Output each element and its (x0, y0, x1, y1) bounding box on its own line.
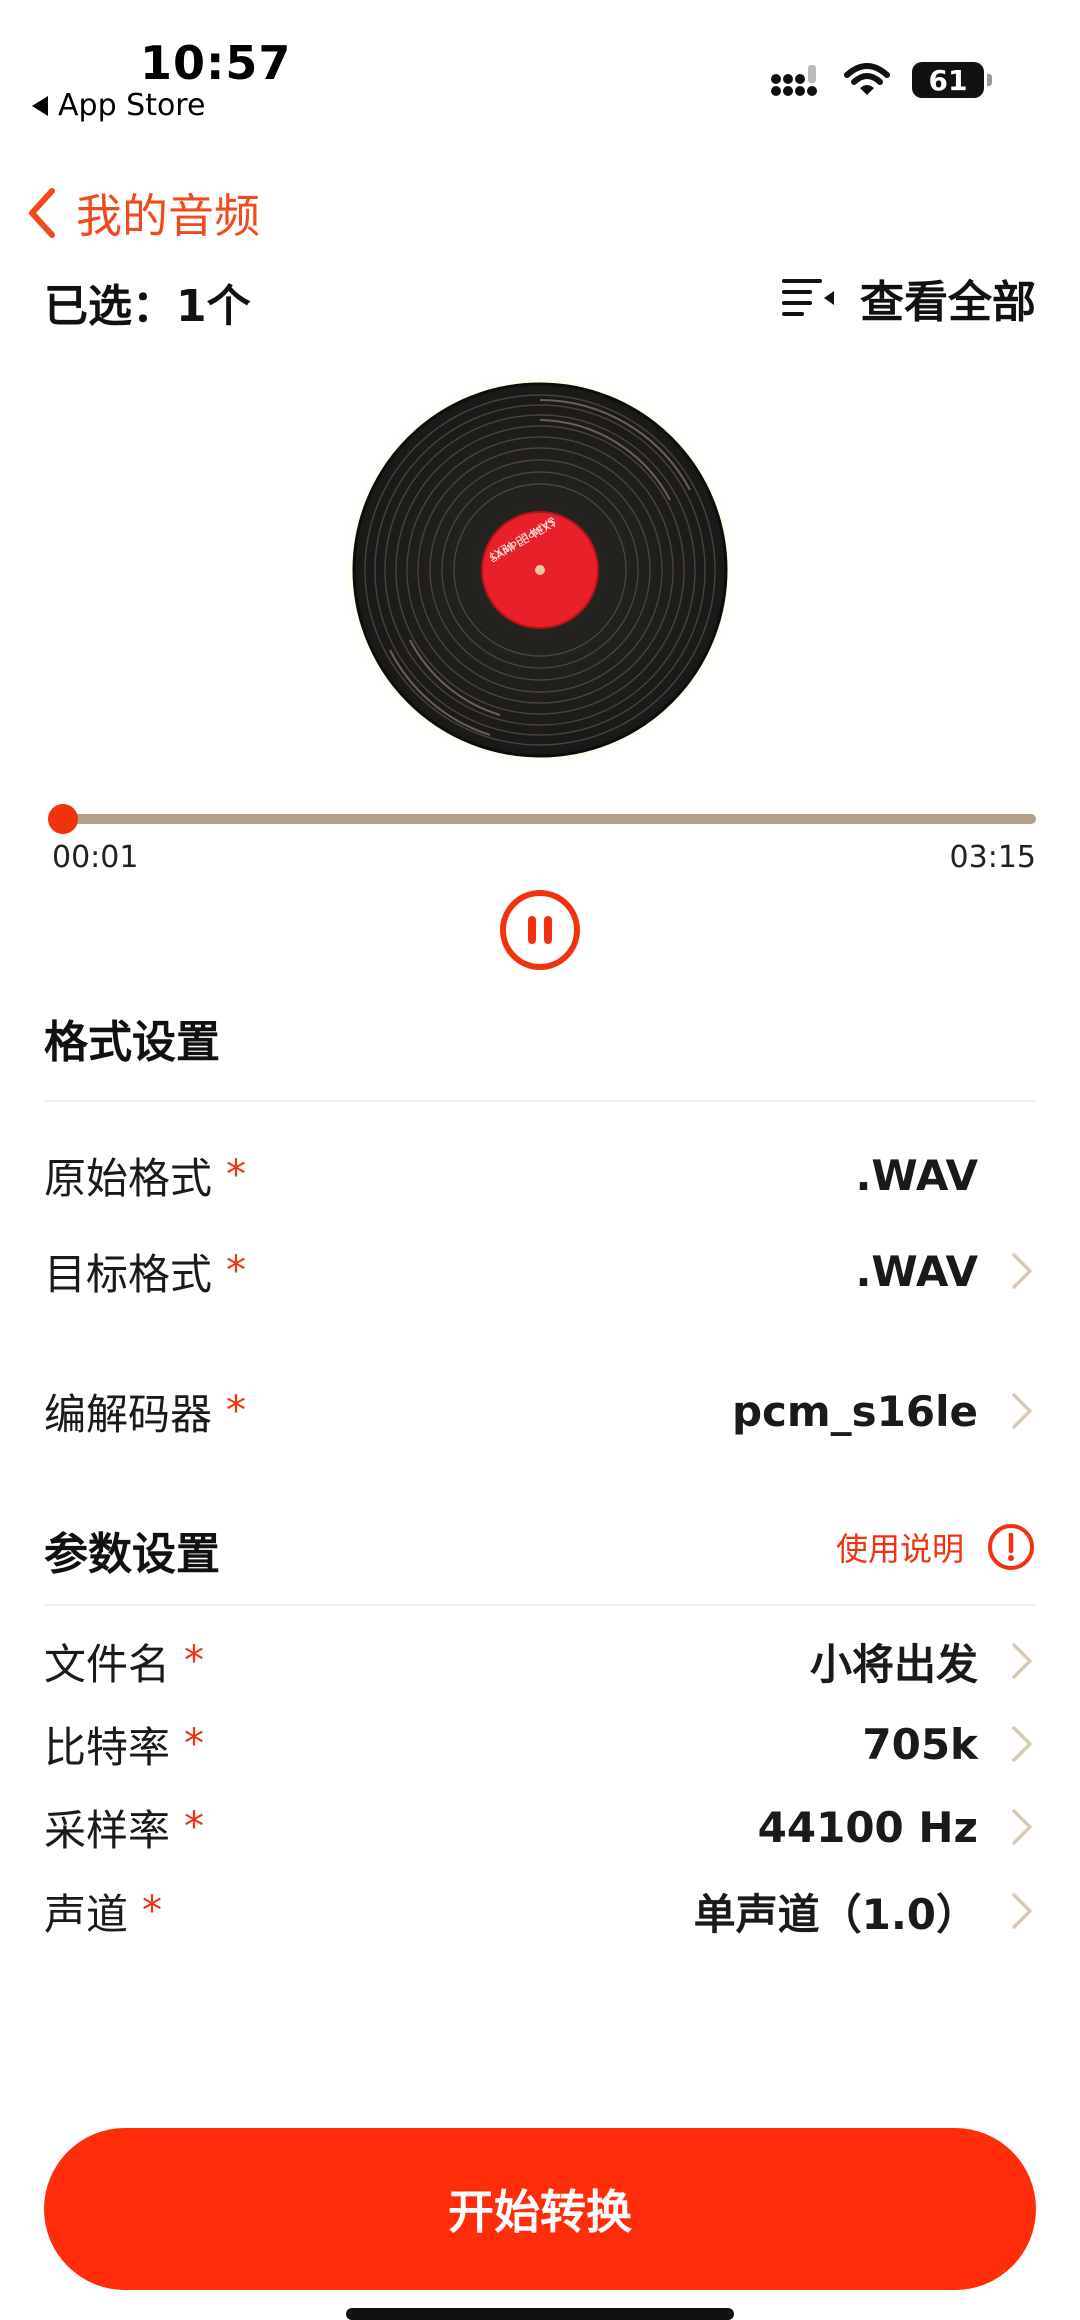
total-time: 03:15 (949, 840, 1036, 875)
back-triangle-icon (32, 95, 48, 116)
required-mark: * (226, 1388, 247, 1434)
battery-icon: 61 (912, 62, 992, 98)
back-app-label: App Store (58, 88, 206, 123)
view-all-button[interactable]: 查看全部 (780, 266, 1036, 330)
home-indicator (346, 2308, 734, 2320)
view-all-label: 查看全部 (860, 277, 1036, 328)
back-to-app-store[interactable]: App Store (32, 88, 205, 123)
row-sample-rate[interactable]: 采样率 * 44100 Hz (44, 1792, 1036, 1862)
start-conversion-button[interactable]: 开始转换 (44, 2128, 1036, 2290)
row-label: 文件名 (44, 1639, 171, 1689)
status-time: 10:57 (140, 36, 292, 90)
pause-icon (500, 890, 580, 970)
required-mark: * (184, 1804, 205, 1850)
pause-button[interactable] (498, 888, 582, 972)
row-label: 声道 (44, 1889, 129, 1939)
section-divider (44, 1100, 1036, 1102)
row-label: 采样率 (44, 1805, 171, 1855)
row-label: 编解码器 (44, 1389, 213, 1439)
required-mark: * (226, 1152, 247, 1198)
row-value: 单声道（1.0） (693, 1889, 978, 1939)
status-icons: 61 (770, 62, 992, 98)
chevron-right-icon (1012, 1643, 1032, 1679)
page-title: 我的音频 (76, 189, 260, 243)
info-alert-icon (988, 1524, 1034, 1570)
battery-level: 61 (928, 63, 968, 97)
chevron-right-icon (1012, 1726, 1032, 1762)
format-settings-title: 格式设置 (44, 1017, 220, 1068)
required-mark: * (142, 1888, 163, 1934)
chevron-right-icon (1012, 1393, 1032, 1429)
required-mark: * (226, 1248, 247, 1294)
row-value: 705k (862, 1719, 978, 1769)
row-target-format[interactable]: 目标格式 * .WAV (44, 1236, 1036, 1306)
row-file-name[interactable]: 文件名 * 小将出发 (44, 1626, 1036, 1696)
chevron-left-icon (29, 188, 55, 238)
row-label: 比特率 (44, 1722, 171, 1772)
section-divider (44, 1604, 1036, 1606)
param-settings-title: 参数设置 (44, 1529, 220, 1580)
row-label: 目标格式 (44, 1249, 213, 1299)
cellular-signal-icon (771, 65, 817, 96)
selected-count: 已选：1个 (44, 281, 251, 332)
nav-back-button[interactable]: 我的音频 (22, 180, 260, 246)
usage-help-button[interactable]: 使用说明 (836, 1522, 1036, 1572)
row-bitrate[interactable]: 比特率 * 705k (44, 1709, 1036, 1779)
playlist-icon (782, 279, 834, 316)
chevron-right-icon (1012, 1809, 1032, 1845)
required-mark: * (184, 1721, 205, 1767)
row-value: .WAV (855, 1246, 978, 1296)
row-value: 44100 Hz (757, 1802, 978, 1852)
row-codec[interactable]: 编解码器 * pcm_s16le (44, 1376, 1036, 1446)
current-time: 00:01 (52, 840, 139, 875)
usage-help-label: 使用说明 (835, 1530, 964, 1568)
chevron-right-icon (1012, 1893, 1032, 1929)
progress-slider[interactable] (47, 804, 1036, 834)
vinyl-record-icon: SAMPLE TEXT SAMPLE TEXT (340, 370, 740, 770)
row-channels[interactable]: 声道 * 单声道（1.0） (44, 1876, 1036, 1946)
vinyl-disc: SAMPLE TEXT SAMPLE TEXT (340, 370, 740, 770)
row-value: pcm_s16le (731, 1386, 978, 1436)
progress-thumb[interactable] (47, 804, 78, 834)
row-source-format: 原始格式 * .WAV (44, 1140, 1036, 1210)
row-value: 小将出发 (809, 1639, 978, 1689)
chevron-right-icon (1012, 1253, 1032, 1289)
required-mark: * (184, 1638, 205, 1684)
row-label: 原始格式 (44, 1153, 213, 1203)
row-value: .WAV (855, 1150, 978, 1200)
wifi-icon (844, 63, 890, 95)
